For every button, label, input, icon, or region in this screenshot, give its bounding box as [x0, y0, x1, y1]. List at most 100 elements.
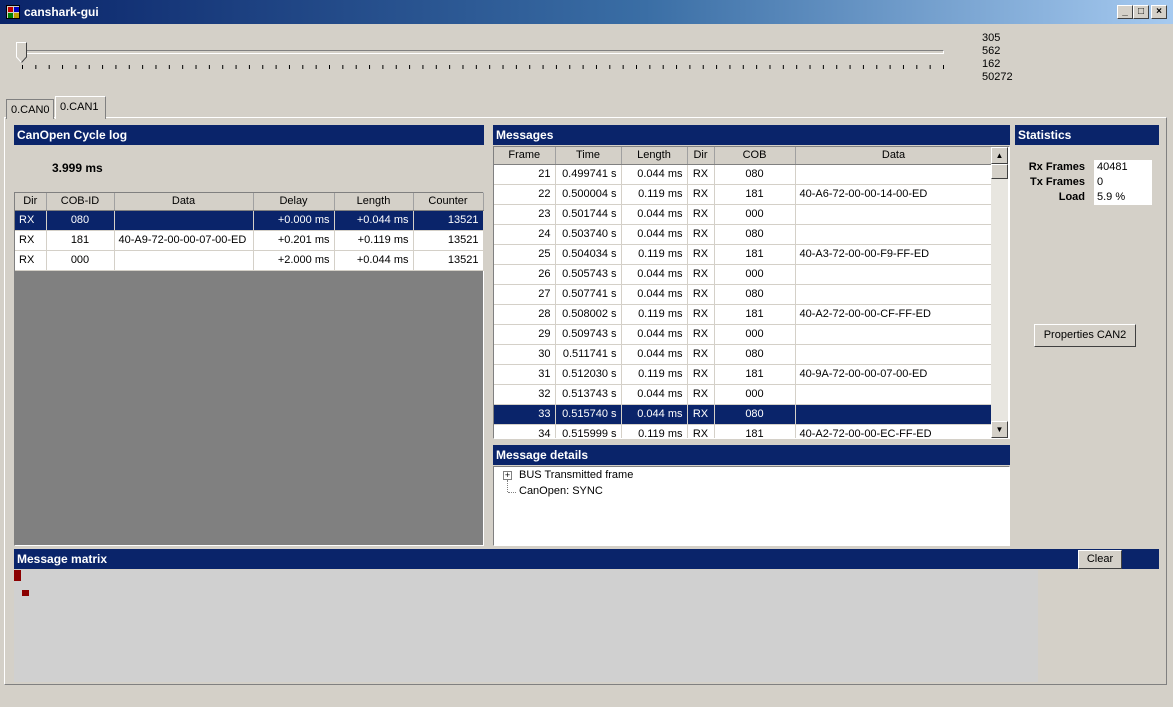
cell-counter: 13521 — [413, 210, 484, 231]
table-row[interactable]: 33 0.515740 s 0.044 ms RX 080 — [494, 404, 993, 425]
cell-cob-id: 000 — [46, 250, 115, 271]
maximize-button[interactable]: □ — [1133, 5, 1149, 19]
tree-node-canopen-sync[interactable]: CanOpen: SYNC — [519, 485, 603, 497]
tab-can0[interactable]: 0.CAN0 — [6, 99, 54, 119]
cell-cob: 080 — [714, 284, 796, 305]
col-frame[interactable]: Frame — [494, 147, 556, 165]
scroll-down-icon[interactable]: ▼ — [991, 421, 1008, 438]
cell-cob: 000 — [714, 384, 796, 405]
tx-frames-value: 0 — [1094, 175, 1152, 190]
cell-dir: RX — [687, 264, 715, 285]
cell-data: 40-9A-72-00-00-07-00-ED — [795, 364, 993, 385]
readout-1: 305 — [982, 32, 1001, 44]
cell-dir: RX — [687, 204, 715, 225]
message-details-header: Message details — [493, 445, 1010, 465]
cell-dir: RX — [687, 364, 715, 385]
table-row[interactable]: 27 0.507741 s 0.044 ms RX 080 — [494, 284, 993, 305]
clear-button[interactable]: Clear — [1078, 550, 1122, 569]
expand-icon[interactable]: + — [503, 471, 512, 480]
cell-time: 0.500004 s — [555, 184, 622, 205]
col-cob-id[interactable]: COB-ID — [46, 193, 115, 211]
close-button[interactable]: × — [1151, 5, 1167, 19]
table-row[interactable]: 34 0.515999 s 0.119 ms RX 181 40-A2-72-00-00-… — [494, 424, 993, 438]
cell-time: 0.508002 s — [555, 304, 622, 325]
cell-dir: RX — [15, 210, 47, 231]
cell-frame: 33 — [494, 404, 556, 425]
minimize-button[interactable]: _ — [1117, 5, 1133, 19]
cell-frame: 27 — [494, 284, 556, 305]
scroll-up-icon[interactable]: ▲ — [991, 147, 1008, 164]
cell-data: 40-A2-72-00-00-CF-FF-ED — [795, 304, 993, 325]
messages-grid[interactable]: Frame Time Length Dir COB Data 21 0.49974… — [493, 146, 1010, 439]
cell-frame: 22 — [494, 184, 556, 205]
cell-cob: 080 — [714, 404, 796, 425]
col-length[interactable]: Length — [334, 193, 414, 211]
col-dir[interactable]: Dir — [687, 147, 715, 165]
cell-cob: 080 — [714, 344, 796, 365]
messages-scrollbar[interactable]: ▲ ▼ — [991, 147, 1008, 438]
table-row[interactable]: 22 0.500004 s 0.119 ms RX 181 40-A6-72-00-00-… — [494, 184, 993, 205]
cell-cob: 080 — [714, 224, 796, 245]
cell-time: 0.515999 s — [555, 424, 622, 438]
table-row[interactable]: 23 0.501744 s 0.044 ms RX 000 — [494, 204, 993, 225]
cell-length: 0.119 ms — [621, 184, 688, 205]
cell-frame: 31 — [494, 364, 556, 385]
table-row[interactable]: 26 0.505743 s 0.044 ms RX 000 — [494, 264, 993, 285]
cell-data — [795, 224, 993, 245]
col-counter[interactable]: Counter — [413, 193, 484, 211]
table-row[interactable]: 21 0.499741 s 0.044 ms RX 080 — [494, 164, 993, 185]
cell-counter: 13521 — [413, 250, 484, 271]
cell-cob: 000 — [714, 264, 796, 285]
table-row[interactable]: RX 080 +0.000 ms +0.044 ms 13521 — [15, 210, 484, 231]
cell-length: 0.044 ms — [621, 384, 688, 405]
cell-frame: 29 — [494, 324, 556, 345]
table-row[interactable]: RX 000 +2.000 ms +0.044 ms 13521 — [15, 250, 484, 271]
col-length[interactable]: Length — [621, 147, 688, 165]
table-row[interactable]: 24 0.503740 s 0.044 ms RX 080 — [494, 224, 993, 245]
slider-track[interactable] — [22, 50, 944, 54]
table-row[interactable]: 30 0.511741 s 0.044 ms RX 080 — [494, 344, 993, 365]
cell-cob: 181 — [714, 364, 796, 385]
cell-time: 0.504034 s — [555, 244, 622, 265]
cell-cob: 080 — [714, 164, 796, 185]
table-row[interactable]: 28 0.508002 s 0.119 ms RX 181 40-A2-72-00-00-… — [494, 304, 993, 325]
col-data[interactable]: Data — [795, 147, 993, 165]
cell-length: 0.044 ms — [621, 324, 688, 345]
tree-node-bus-frame[interactable]: BUS Transmitted frame — [519, 469, 633, 481]
load-label: Load — [1058, 191, 1085, 203]
cell-time: 0.505743 s — [555, 264, 622, 285]
cycle-log-header: CanOpen Cycle log — [14, 125, 484, 145]
tree-line — [507, 480, 508, 492]
title-bar[interactable] — [0, 0, 1173, 24]
app-icon — [6, 5, 20, 19]
tab-can1[interactable]: 0.CAN1 — [55, 96, 106, 119]
cell-data — [795, 264, 993, 285]
col-cob[interactable]: COB — [714, 147, 796, 165]
table-row[interactable]: 32 0.513743 s 0.044 ms RX 000 — [494, 384, 993, 405]
properties-can2-button[interactable]: Properties CAN2 — [1034, 324, 1136, 347]
col-delay[interactable]: Delay — [253, 193, 335, 211]
message-details-tree[interactable]: + BUS Transmitted frame CanOpen: SYNC — [493, 466, 1010, 546]
cell-length: 0.119 ms — [621, 424, 688, 438]
message-matrix-canvas[interactable] — [14, 570, 1038, 682]
col-dir[interactable]: Dir — [15, 193, 47, 211]
window-title: canshark-gui — [24, 5, 99, 19]
col-data[interactable]: Data — [114, 193, 254, 211]
slider-thumb[interactable] — [16, 42, 27, 63]
scroll-thumb[interactable] — [991, 164, 1008, 179]
cell-data: 40-A3-72-00-00-F9-FF-ED — [795, 244, 993, 265]
cell-dir: RX — [687, 284, 715, 305]
table-row[interactable]: 29 0.509743 s 0.044 ms RX 000 — [494, 324, 993, 345]
cell-delay: +0.201 ms — [253, 230, 335, 251]
cycle-log-grid[interactable]: Dir COB-ID Data Delay Length Counter RX 0… — [14, 192, 484, 546]
table-row[interactable]: 25 0.504034 s 0.119 ms RX 181 40-A3-72-00-00-… — [494, 244, 993, 265]
table-row[interactable]: 31 0.512030 s 0.119 ms RX 181 40-9A-72-00-00-… — [494, 364, 993, 385]
cell-dir: RX — [687, 224, 715, 245]
table-row[interactable]: RX 181 40-A9-72-00-00-07-00-ED +0.201 ms +0.… — [15, 230, 484, 251]
cell-length: 0.044 ms — [621, 404, 688, 425]
cell-data — [114, 210, 254, 231]
cell-dir: RX — [687, 404, 715, 425]
col-time[interactable]: Time — [555, 147, 622, 165]
statistics-header: Statistics — [1015, 125, 1159, 145]
message-matrix-header: Message matrix — [14, 549, 1159, 569]
